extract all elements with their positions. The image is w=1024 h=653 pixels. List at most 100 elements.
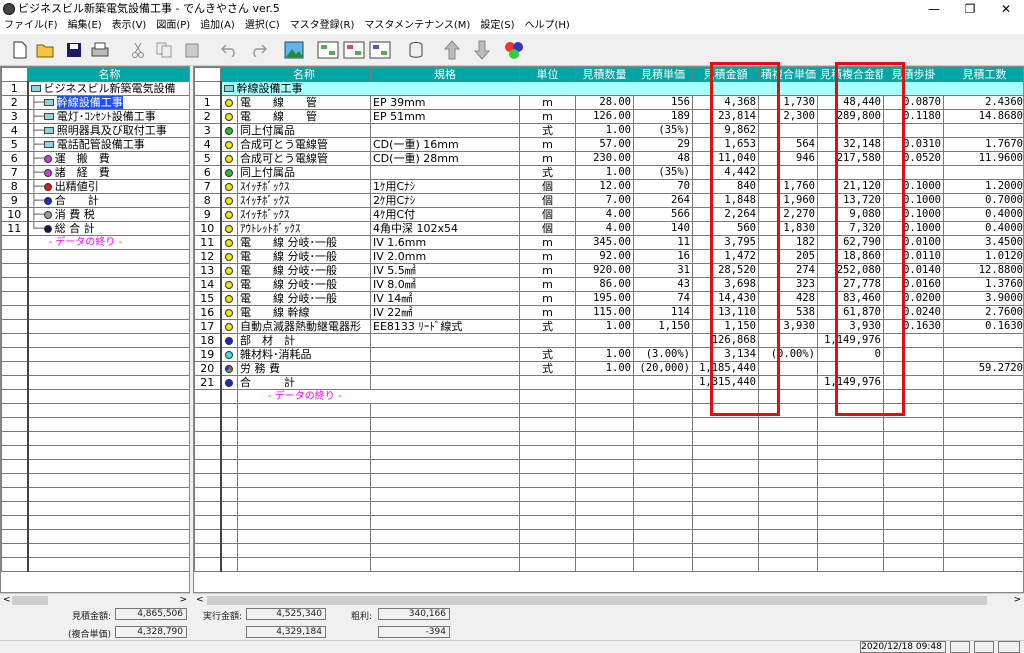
cell-kosu[interactable] [943, 333, 1023, 348]
tree-row[interactable]: 2 ├─ 幹線設備工事 [1, 95, 189, 110]
cell-qty[interactable]: 115.00 [575, 305, 634, 320]
up-arrow-icon[interactable] [440, 38, 464, 62]
cell-price[interactable]: 74 [633, 291, 693, 306]
grid-header-2[interactable]: 単位 [519, 67, 576, 82]
cell-qty[interactable]: 4.00 [575, 207, 634, 222]
paste-icon[interactable] [180, 38, 204, 62]
cell-spec[interactable] [370, 347, 520, 362]
cell-kosu[interactable]: 12.8800 [943, 263, 1023, 278]
cell-kosu[interactable] [943, 375, 1023, 390]
cell-unit[interactable]: m [519, 263, 576, 278]
grid-scroll-thumb[interactable] [207, 596, 987, 605]
cell-unit[interactable] [519, 333, 576, 348]
cell-spec[interactable] [370, 123, 520, 138]
grid-header-3[interactable]: 見積数量 [575, 67, 634, 82]
down-arrow-icon[interactable] [470, 38, 494, 62]
cell-name[interactable]: 電 線 管 [237, 95, 371, 110]
cell-name[interactable]: 合 計 [237, 375, 371, 390]
cell-unit[interactable]: 個 [519, 193, 576, 208]
cell-name[interactable]: 同上付属品 [237, 165, 371, 180]
new-icon[interactable] [8, 38, 32, 62]
tree-row-cell[interactable]: ├─ 諸 経 費 [27, 165, 189, 180]
undo-icon[interactable] [218, 38, 242, 62]
tree-row[interactable]: 8 ├─ 出精値引 [1, 179, 189, 194]
print-icon[interactable] [88, 38, 112, 62]
cell-unit[interactable]: m [519, 151, 576, 166]
cell-name[interactable]: 合成可とう電線管 [237, 137, 371, 152]
grid-header-9[interactable]: 見積工数 [943, 67, 1023, 82]
grid-header-4[interactable]: 見積単価 [633, 67, 693, 82]
tree-scrollbar[interactable]: < > [0, 593, 190, 606]
cell-name[interactable]: 自動点滅器熱動継電器形 [237, 319, 371, 334]
save-icon[interactable] [62, 38, 86, 62]
database-icon[interactable] [404, 38, 428, 62]
cell-qty[interactable] [575, 375, 634, 390]
cell-qty[interactable]: 28.00 [575, 95, 634, 110]
tree-row[interactable]: 4 ├─ 照明器具及び取付工事 [1, 123, 189, 138]
menu-item-2[interactable]: 表示(V) [112, 18, 147, 34]
cell-price[interactable]: 29 [633, 137, 693, 152]
tree-row-cell[interactable]: ├─ 消 費 税 [27, 207, 189, 222]
cell-spec[interactable]: IV 14㎟ [370, 291, 520, 306]
cell-unit[interactable]: 個 [519, 221, 576, 236]
cell-qty[interactable]: 195.00 [575, 291, 634, 306]
cell-price[interactable]: 140 [633, 221, 693, 236]
cell-unit[interactable]: m [519, 95, 576, 110]
cell-price[interactable]: 70 [633, 179, 693, 194]
cell-spec[interactable]: 4ｹ用C付 [370, 207, 520, 222]
cell-price[interactable]: 31 [633, 263, 693, 278]
cell-name[interactable]: 同上付属品 [237, 123, 371, 138]
cell-price[interactable]: (3.00%) [633, 347, 693, 362]
cell-spec[interactable]: CD(一重) 28mm [370, 151, 520, 166]
menu-item-7[interactable]: マスタメンテナンス(M) [364, 18, 470, 34]
menu-item-4[interactable]: 追加(A) [200, 18, 235, 34]
cell-qty[interactable]: 86.00 [575, 277, 634, 292]
cell-kosu[interactable]: 1.7670 [943, 137, 1023, 152]
cell-kosu[interactable]: 1.0120 [943, 249, 1023, 264]
cell-kosu[interactable]: 2.7600 [943, 305, 1023, 320]
cell-price[interactable]: 11 [633, 235, 693, 250]
tree-row[interactable]: 11 └─ 総 合 計 [1, 221, 189, 236]
menu-item-0[interactable]: ファイル(F) [4, 18, 58, 34]
cell-spec[interactable]: EE8133 ﾘｰﾄﾞ線式 [370, 319, 520, 334]
cell-kosu[interactable]: 3.9000 [943, 291, 1023, 306]
cell-qty[interactable]: 57.00 [575, 137, 634, 152]
tree-row[interactable]: 1 ビジネスビル新築電気設備 [1, 81, 189, 96]
cell-qty[interactable]: 1.00 [575, 319, 634, 334]
cell-price[interactable]: 156 [633, 95, 693, 110]
cell-unit[interactable]: m [519, 109, 576, 124]
cell-price[interactable] [633, 375, 693, 390]
cell-price[interactable]: (35%) [633, 123, 693, 138]
cell-qty[interactable]: 1.00 [575, 347, 634, 362]
cell-price[interactable]: 16 [633, 249, 693, 264]
cell-unit[interactable]: m [519, 305, 576, 320]
cell-spec[interactable]: IV 5.5㎟ [370, 263, 520, 278]
cell-spec[interactable]: IV 8.0㎟ [370, 277, 520, 292]
cell-unit[interactable]: 個 [519, 207, 576, 222]
cell-name[interactable]: 電 線 分岐･一般 [237, 263, 371, 278]
cell-name[interactable]: ｱｳﾄﾚｯﾄﾎﾞｯｸｽ [237, 221, 371, 236]
image-icon[interactable] [282, 38, 306, 62]
cell-price[interactable]: 189 [633, 109, 693, 124]
tree-row[interactable]: 3 ├─ 電灯･ｺﾝｾﾝﾄ設備工事 [1, 109, 189, 124]
cell-kosu[interactable]: 0.7000 [943, 193, 1023, 208]
cell-kosu[interactable]: 1.2000 [943, 179, 1023, 194]
tree-row[interactable]: 9 ├─ 合 計 [1, 193, 189, 208]
cell-kosu[interactable]: 0.4000 [943, 221, 1023, 236]
cell-spec[interactable] [370, 375, 520, 390]
tree-row[interactable]: 7 ├─ 諸 経 費 [1, 165, 189, 180]
cell-name[interactable]: 電 線 分岐･一般 [237, 291, 371, 306]
cell-price[interactable]: 43 [633, 277, 693, 292]
cell-kosu[interactable]: 59.2720 [943, 361, 1023, 376]
cell-qty[interactable]: 1.00 [575, 165, 634, 180]
color-balls-icon[interactable] [502, 38, 526, 62]
cell-spec[interactable] [370, 333, 520, 348]
tree-row-cell[interactable]: ├─ 出精値引 [27, 179, 189, 194]
cell-name[interactable]: 電 線 分岐･一般 [237, 249, 371, 264]
cell-unit[interactable]: 式 [519, 361, 576, 376]
cell-name[interactable]: 合成可とう電線管 [237, 151, 371, 166]
cell-name[interactable]: 電 線 分岐･一般 [237, 235, 371, 250]
tree-row[interactable]: 10 ├─ 消 費 税 [1, 207, 189, 222]
cell-qty[interactable]: 12.00 [575, 179, 634, 194]
cell-price[interactable] [633, 333, 693, 348]
